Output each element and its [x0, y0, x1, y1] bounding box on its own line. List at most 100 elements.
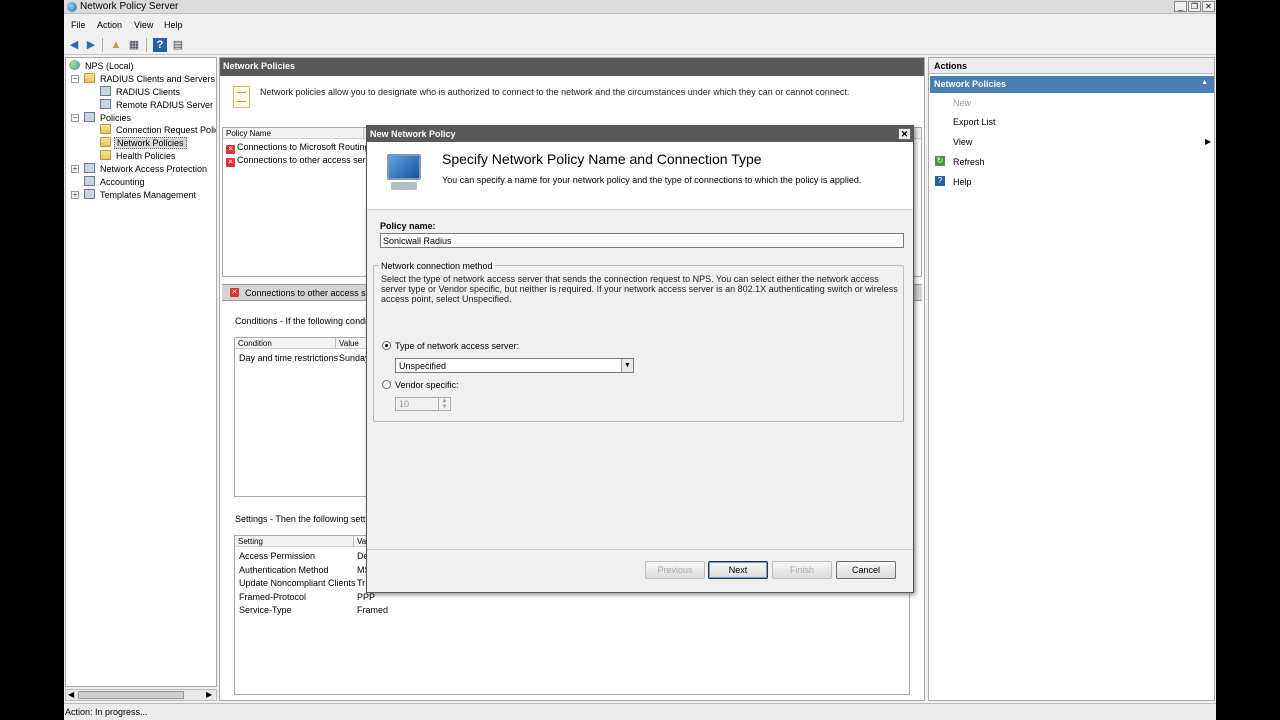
close-window-button[interactable]: ✕ [1202, 1, 1215, 12]
back-icon[interactable]: ◀ [67, 38, 81, 52]
deny-policy-icon: ✕ [226, 158, 235, 167]
radio-vendor-label: Vendor specific: [395, 380, 459, 390]
window-title: Network Policy Server [80, 1, 179, 12]
refresh-icon: ↻ [935, 156, 945, 166]
action-view[interactable]: View [953, 137, 972, 147]
tree-item-policies[interactable]: Policies [84, 112, 133, 124]
policy-name-input[interactable]: Sonicwall Radius [380, 233, 904, 248]
finish-button[interactable]: Finish [772, 561, 832, 579]
dialog-title: New Network Policy ✕ [367, 126, 913, 142]
tree-item-accounting[interactable]: Accounting [84, 176, 147, 188]
menu-action[interactable]: Action [97, 20, 122, 30]
actions-pane: Actions Network Policies ▲ New Export Li… [928, 57, 1215, 701]
settings-label: Settings - Then the following setting [235, 514, 378, 524]
cancel-button[interactable]: Cancel [836, 561, 896, 579]
dialog-heading: Specify Network Policy Name and Connecti… [442, 151, 762, 167]
computer-monitor-icon [381, 152, 427, 194]
menu-bar: File Action View Help [64, 16, 1216, 34]
help-icon[interactable]: ? [153, 38, 167, 52]
help-icon: ? [935, 176, 945, 186]
show-hide-tree-icon[interactable]: ▦ [127, 38, 141, 52]
tree-item-connection-request[interactable]: Connection Request Polici [100, 124, 216, 136]
accounting-icon [84, 176, 95, 186]
list-item[interactable]: ✕ Connections to Microsoft Routing [226, 142, 370, 154]
tree-horizontal-scrollbar[interactable]: ◀ ▶ [65, 689, 217, 701]
table-cell: Sunday [339, 353, 370, 363]
nps-app-icon [67, 2, 77, 12]
chevron-down-icon[interactable]: ▼ [621, 359, 633, 372]
tree-item-network-policies[interactable]: Network Policies [100, 137, 187, 149]
submenu-arrow-icon: ▶ [1205, 137, 1212, 146]
vendor-spinner[interactable]: 10 ▲ ▼ [395, 397, 451, 411]
table-row[interactable]: Access Permission [239, 551, 315, 561]
tree-item-remote-radius[interactable]: Remote RADIUS Server G [100, 99, 216, 111]
notepad-icon [233, 86, 250, 108]
nas-type-select[interactable]: Unspecified ▼ [395, 358, 634, 373]
actions-title: Actions [929, 58, 1214, 74]
radio-type-of-nas[interactable] [382, 341, 391, 350]
action-new[interactable]: New [953, 98, 971, 108]
scroll-right-icon[interactable]: ▶ [206, 690, 212, 699]
action-refresh[interactable]: Refresh [953, 157, 985, 167]
table-cell: Framed [357, 605, 389, 615]
column-divider [353, 536, 354, 547]
column-condition[interactable]: Condition [238, 339, 272, 348]
dialog-header: Specify Network Policy Name and Connecti… [367, 142, 913, 210]
previous-button[interactable]: Previous [645, 561, 705, 579]
collapse-icon[interactable]: − [71, 114, 79, 122]
tree-item-templates[interactable]: Templates Management [84, 189, 198, 201]
conditions-label: Conditions - If the following conditio [235, 316, 377, 326]
spin-arrows-icon[interactable]: ▲ ▼ [438, 398, 450, 410]
forward-icon[interactable]: ▶ [84, 38, 98, 52]
table-row[interactable]: Authentication Method [239, 565, 329, 575]
dialog-close-button[interactable]: ✕ [898, 128, 911, 140]
folder-icon [100, 124, 111, 134]
action-export-list[interactable]: Export List [953, 117, 996, 127]
status-bar: Action: In progress... [64, 703, 1216, 720]
tree-item-radius-clients-servers[interactable]: RADIUS Clients and Servers [84, 73, 216, 85]
menu-help[interactable]: Help [164, 20, 183, 30]
column-value[interactable]: Va [357, 537, 366, 546]
show-action-pane-icon[interactable]: ▤ [171, 38, 185, 52]
connection-method-description: Select the type of network access server… [381, 274, 898, 304]
toolbar: ◀ ▶ ▲ ▦ ? ▤ [64, 35, 1216, 55]
column-value[interactable]: Value [339, 339, 359, 348]
scroll-thumb[interactable] [78, 691, 184, 699]
globe-icon [69, 60, 80, 70]
action-help[interactable]: Help [953, 177, 972, 187]
status-text: Action: In progress... [65, 707, 148, 717]
expand-icon[interactable]: + [71, 165, 79, 173]
menu-view[interactable]: View [134, 20, 153, 30]
tree-item-radius-clients[interactable]: RADIUS Clients [100, 86, 182, 98]
radio-vendor-specific[interactable] [382, 380, 391, 389]
menu-file[interactable]: File [71, 20, 86, 30]
pane-title: Network Policies [220, 58, 924, 76]
collapse-icon[interactable]: − [71, 75, 79, 83]
tree-item-health-policies[interactable]: Health Policies [100, 150, 178, 162]
table-row[interactable]: Day and time restrictions [239, 353, 338, 363]
folder-icon [84, 73, 95, 83]
tree-item-nap[interactable]: Network Access Protection [84, 163, 209, 175]
table-row[interactable]: Framed-Protocol [239, 592, 306, 602]
minimize-button[interactable]: _ [1174, 1, 1187, 12]
column-setting[interactable]: Setting [238, 537, 263, 546]
tree-item-nps-local[interactable]: NPS (Local) [69, 60, 136, 72]
table-row[interactable]: Update Noncompliant Clients [239, 578, 356, 588]
toolbar-separator [146, 38, 147, 52]
next-button[interactable]: Next [708, 561, 768, 579]
restore-button[interactable]: ❐ [1188, 1, 1201, 12]
up-folder-icon[interactable]: ▲ [109, 38, 123, 52]
list-item[interactable]: ✕ Connections to other access serv [226, 155, 370, 167]
folder-icon [100, 137, 111, 147]
collapse-section-icon[interactable]: ▲ [1201, 79, 1208, 86]
policies-icon [84, 112, 95, 122]
actions-section-network-policies[interactable]: Network Policies ▲ [930, 76, 1214, 93]
title-bar: Network Policy Server _ ❐ ✕ [64, 0, 1216, 14]
column-policy-name[interactable]: Policy Name [226, 129, 271, 138]
folder-icon [100, 150, 111, 160]
table-row[interactable]: Service-Type [239, 605, 292, 615]
server-icon [100, 99, 111, 109]
deny-policy-icon: ✕ [230, 288, 239, 297]
scroll-left-icon[interactable]: ◀ [68, 690, 74, 699]
expand-icon[interactable]: + [71, 191, 79, 199]
